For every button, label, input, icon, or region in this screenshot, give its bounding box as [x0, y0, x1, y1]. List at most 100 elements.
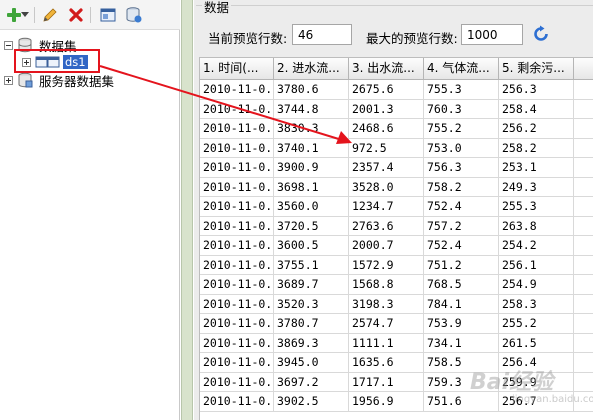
database-refresh-button[interactable] [124, 5, 144, 25]
table-row[interactable]: 2010-11-0...3520.33198.3784.1258.3 [200, 294, 593, 314]
preview-rows-label: 当前预览行数: [208, 31, 288, 46]
table-cell: 2010-11-0... [200, 177, 274, 196]
table-cell: 263.8 [499, 216, 574, 235]
refresh-icon[interactable] [532, 25, 550, 43]
table-cell: 2010-11-0... [200, 392, 274, 411]
table-cell: 756.3 [424, 158, 499, 177]
table-row[interactable]: 2010-11-0...3740.1972.5753.0258.2 [200, 138, 593, 158]
column-header[interactable]: 5. 剩余污... [499, 58, 574, 79]
table-row[interactable]: 2010-11-0...3600.52000.7752.4254.2 [200, 236, 593, 256]
add-dropdown-button[interactable] [20, 5, 30, 25]
table-row[interactable]: 2010-11-0...3900.92357.4756.3253.1 [200, 158, 593, 178]
table-cell: 1111.1 [349, 333, 424, 352]
table-cell: 253.1 [499, 158, 574, 177]
dataset-properties-button[interactable] [98, 5, 118, 25]
table-row[interactable]: 2010-11-0...3780.72574.7753.9255.2 [200, 314, 593, 334]
table-cell: 2675.6 [349, 80, 424, 99]
table-cell: 753.0 [424, 138, 499, 157]
table-cell: 3744.8 [274, 99, 349, 118]
table-row[interactable]: 2010-11-0...3755.11572.9751.2256.1 [200, 255, 593, 275]
table-cell: 2357.4 [349, 158, 424, 177]
table-cell: 758.2 [424, 177, 499, 196]
table-cell: 249.3 [499, 177, 574, 196]
table-row[interactable]: 2010-11-0...3780.62675.6755.3256.3 [200, 80, 593, 100]
toolbar-separator [90, 7, 91, 23]
table-cell: 2001.3 [349, 99, 424, 118]
toolbar-separator [34, 7, 35, 23]
edit-button[interactable] [40, 5, 60, 25]
table-cell: 1572.9 [349, 255, 424, 274]
table-row[interactable]: 2010-11-0...3744.82001.3760.3258.4 [200, 99, 593, 119]
collapse-toggle[interactable] [4, 40, 13, 50]
tree-node-label: 服务器数据集 [39, 73, 115, 89]
group-border [196, 5, 593, 6]
table-cell: 258.4 [499, 99, 574, 118]
table-cell: 254.2 [499, 236, 574, 255]
table-cell: 1956.9 [349, 392, 424, 411]
table-cell: 972.5 [349, 138, 424, 157]
max-rows-input[interactable] [461, 24, 523, 45]
table-cell: 752.4 [424, 236, 499, 255]
table-cell: 760.3 [424, 99, 499, 118]
dataset-panel: 数据集 ds1 服务器数据集 [0, 0, 180, 420]
delete-button[interactable] [66, 5, 86, 25]
table-cell: 258.3 [499, 294, 574, 313]
database-refresh-icon [126, 7, 142, 23]
table-cell: 3900.9 [274, 158, 349, 177]
table-cell: 2010-11-0... [200, 158, 274, 177]
table-row[interactable]: 2010-11-0...3869.31111.1734.1261.5 [200, 333, 593, 353]
table-cell: 2574.7 [349, 314, 424, 333]
table-cell: 752.4 [424, 197, 499, 216]
table-row[interactable]: 2010-11-0...3689.71568.8768.5254.9 [200, 275, 593, 295]
watermark-url: jingyan.baidu.com [512, 394, 593, 405]
tree-node-server-datasets[interactable]: 服务器数据集 [4, 71, 114, 89]
table-cell: 1635.6 [349, 353, 424, 372]
table-cell: 256.2 [499, 119, 574, 138]
table-cell: 3528.0 [349, 177, 424, 196]
toolbar [0, 0, 180, 30]
table-cell: 3902.5 [274, 392, 349, 411]
table-cell: 2010-11-0... [200, 314, 274, 333]
expand-toggle[interactable] [4, 75, 13, 85]
dataset-properties-icon [100, 8, 116, 22]
table-row[interactable]: 2010-11-0...3830.32468.6755.2256.2 [200, 119, 593, 139]
group-title: 数据 [202, 0, 232, 16]
panel-splitter[interactable] [181, 0, 193, 420]
column-header[interactable]: 1. 时间(... [200, 58, 274, 79]
watermark-logo: Bai经验 [470, 370, 554, 395]
table-row[interactable]: 2010-11-0...3720.52763.6757.2263.8 [200, 216, 593, 236]
dropdown-arrow-icon [21, 12, 29, 17]
column-header[interactable]: 4. 气体流... [424, 58, 499, 79]
table-cell: 2468.6 [349, 119, 424, 138]
table-cell: 2010-11-0... [200, 236, 274, 255]
table-row[interactable]: 2010-11-0...3560.01234.7752.4255.3 [200, 197, 593, 217]
column-header[interactable]: 3. 出水流... [349, 58, 424, 79]
table-cell: 3830.3 [274, 119, 349, 138]
data-preview-panel: 数据 当前预览行数: 最大的预览行数: 1. 时间(...2. 进水流...3.… [194, 0, 593, 420]
app-window: 数据集 ds1 服务器数据集 数据 当前预览行数: 46 最大的预览行数: 10… [0, 0, 593, 420]
table-cell: 755.2 [424, 119, 499, 138]
table-cell: 3689.7 [274, 275, 349, 294]
highlight-box [14, 49, 100, 73]
table-cell: 255.3 [499, 197, 574, 216]
table-cell: 757.2 [424, 216, 499, 235]
table-cell: 256.1 [499, 255, 574, 274]
column-header[interactable]: 2. 进水流... [274, 58, 349, 79]
table-cell: 256.3 [499, 80, 574, 99]
table-cell: 3560.0 [274, 197, 349, 216]
table-cell: 2010-11-0... [200, 275, 274, 294]
server-database-icon [18, 72, 33, 88]
preview-rows-input[interactable] [292, 24, 352, 45]
delete-icon [69, 8, 83, 22]
table-cell: 3600.5 [274, 236, 349, 255]
table-cell: 1717.1 [349, 372, 424, 391]
table-cell: 2010-11-0... [200, 119, 274, 138]
table-body: 2010-11-0...3780.62675.6755.3256.32010-1… [200, 80, 593, 412]
table-cell: 3198.3 [349, 294, 424, 313]
table-cell: 3520.3 [274, 294, 349, 313]
table-cell: 261.5 [499, 333, 574, 352]
table-row[interactable]: 2010-11-0...3698.13528.0758.2249.3 [200, 177, 593, 197]
table-cell: 753.9 [424, 314, 499, 333]
table-cell: 1234.7 [349, 197, 424, 216]
table-cell: 3740.1 [274, 138, 349, 157]
